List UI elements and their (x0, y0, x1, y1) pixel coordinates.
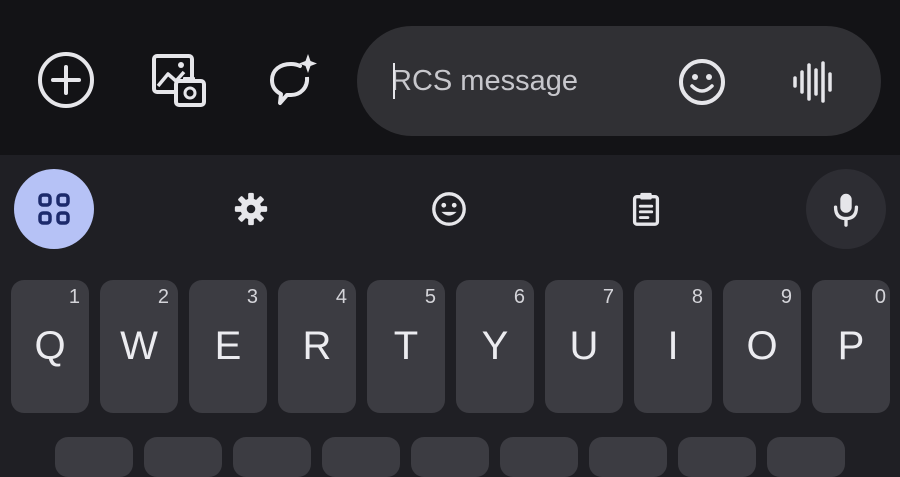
key-number-hint: 0 (874, 286, 886, 308)
key-r[interactable]: 4 R (278, 280, 356, 413)
key-number-hint: 4 (335, 286, 347, 308)
key-partial[interactable] (322, 437, 400, 477)
key-q[interactable]: 1 Q (11, 280, 89, 413)
key-number-hint: 1 (68, 286, 80, 308)
voice-waveform-icon (793, 61, 832, 103)
clipboard-button[interactable] (621, 184, 671, 234)
keyboard: 1 Q 2 W 3 E 4 R 5 T 6 Y 7 U 8 I 9 O 0 P (0, 155, 900, 450)
key-letter: Q (34, 324, 66, 368)
key-number-hint: 6 (513, 286, 525, 308)
emoji-icon (432, 192, 466, 226)
key-partial[interactable] (767, 437, 845, 477)
voice-typing-button[interactable] (806, 169, 886, 249)
emoji-icon (679, 59, 725, 105)
sparkle-chat-icon (270, 54, 317, 105)
key-partial[interactable] (500, 437, 578, 477)
key-w[interactable]: 2 W (100, 280, 178, 413)
key-letter: Y (481, 324, 509, 368)
key-partial[interactable] (55, 437, 133, 477)
keyboard-settings-button[interactable] (226, 184, 276, 234)
add-attachment-button[interactable] (34, 48, 98, 112)
key-partial[interactable] (411, 437, 489, 477)
key-partial[interactable] (589, 437, 667, 477)
key-letter: T (393, 324, 419, 368)
key-partial[interactable] (144, 437, 222, 477)
key-partial[interactable] (233, 437, 311, 477)
key-letter: O (746, 324, 778, 368)
key-u[interactable]: 7 U (545, 280, 623, 413)
voice-message-button[interactable] (789, 57, 839, 107)
key-number-hint: 9 (780, 286, 792, 308)
key-letter: U (569, 324, 599, 368)
key-i[interactable]: 8 I (634, 280, 712, 413)
key-p[interactable]: 0 P (812, 280, 890, 413)
apps-button[interactable] (14, 169, 94, 249)
key-number-hint: 2 (157, 286, 169, 308)
key-e[interactable]: 3 E (189, 280, 267, 413)
gallery-camera-icon (152, 54, 206, 107)
key-letter: W (120, 324, 158, 368)
key-partial[interactable] (678, 437, 756, 477)
key-number-hint: 8 (691, 286, 703, 308)
key-number-hint: 7 (602, 286, 614, 308)
key-t[interactable]: 5 T (367, 280, 445, 413)
key-y[interactable]: 6 Y (456, 280, 534, 413)
key-number-hint: 5 (424, 286, 436, 308)
add-circle-icon (38, 52, 94, 108)
keyboard-emoji-button[interactable] (424, 184, 474, 234)
key-letter: P (837, 324, 865, 368)
text-cursor (393, 63, 395, 99)
message-input[interactable] (391, 58, 651, 104)
apps-grid-icon (38, 193, 70, 225)
compose-bar (0, 0, 900, 155)
emoji-button[interactable] (677, 57, 727, 107)
clipboard-icon (632, 192, 660, 226)
message-input-container (357, 26, 881, 136)
gallery-button[interactable] (146, 48, 210, 112)
key-letter: R (302, 324, 332, 368)
microphone-icon (833, 193, 859, 227)
key-o[interactable]: 9 O (723, 280, 801, 413)
magic-compose-button[interactable] (258, 48, 322, 112)
key-letter: I (667, 324, 679, 368)
key-number-hint: 3 (246, 286, 258, 308)
settings-gear-icon (234, 192, 268, 226)
key-letter: E (214, 324, 242, 368)
